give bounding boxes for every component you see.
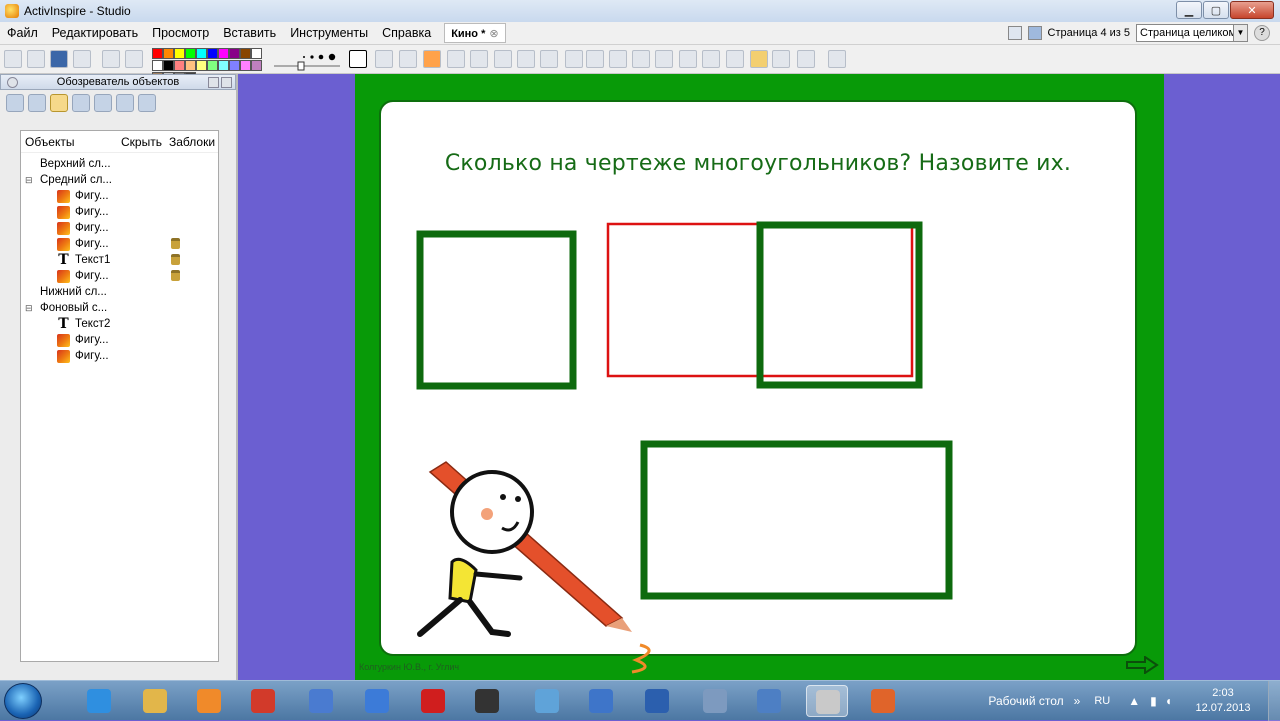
taskbar-app[interactable]: [636, 685, 678, 717]
mail-agent-icon: [365, 689, 389, 713]
opera-icon: [421, 689, 445, 713]
network-icon: [535, 689, 559, 713]
show-desktop-button[interactable]: [1268, 681, 1280, 721]
taskbar-app[interactable]: [806, 685, 848, 717]
toolbar-expand-icon[interactable]: »: [1074, 694, 1081, 708]
language-indicator[interactable]: RU: [1094, 695, 1110, 707]
clock-date: 12.07.2013: [1195, 702, 1251, 714]
tray-arrow-icon[interactable]: ▲: [1128, 694, 1140, 708]
clock[interactable]: 2:03 12.07.2013: [1186, 686, 1260, 716]
tools-icon: [309, 689, 333, 713]
calculator-icon: [703, 689, 727, 713]
taskbar: Рабочий стол » RU ▲ ▮ ◖ 2:03 12.07.2013: [0, 680, 1280, 721]
word-icon: [645, 689, 669, 713]
taskbar-app[interactable]: [412, 685, 454, 717]
taskbar-app[interactable]: [356, 685, 398, 717]
volume-icon[interactable]: ◖: [1165, 694, 1172, 708]
explorer-icon: [143, 689, 167, 713]
taskbar-app[interactable]: [526, 685, 568, 717]
taskbar-app[interactable]: [862, 685, 904, 717]
taskbar-app[interactable]: [188, 685, 230, 717]
slide-shapes: [416, 221, 953, 674]
taskbar-app[interactable]: [78, 685, 120, 717]
activinspire-icon: [816, 690, 840, 714]
desktop-toolbar-label[interactable]: Рабочий стол: [988, 694, 1063, 708]
pencil-character-illustration: [417, 461, 651, 674]
firefox-icon: [871, 689, 895, 713]
yandex-icon: [251, 689, 275, 713]
taskbar-app[interactable]: [134, 685, 176, 717]
taskbar-app[interactable]: [242, 685, 284, 717]
system-tray: Рабочий стол » RU ▲ ▮ ◖ 2:03 12.07.2013: [988, 681, 1280, 721]
clock-time: 2:03: [1212, 687, 1234, 699]
taskbar-app[interactable]: [580, 685, 622, 717]
taskbar-app[interactable]: [466, 685, 508, 717]
camera-icon: [475, 689, 499, 713]
taskbar-app[interactable]: [748, 685, 790, 717]
network-icon[interactable]: ▮: [1150, 694, 1157, 708]
outlook-icon: [757, 689, 781, 713]
media-icon: [197, 689, 221, 713]
taskbar-app[interactable]: [694, 685, 736, 717]
green-square-right[interactable]: [756, 221, 923, 389]
audio-icon: [589, 689, 613, 713]
taskbar-app[interactable]: [300, 685, 342, 717]
start-button[interactable]: [4, 683, 42, 719]
green-rectangle-bottom[interactable]: [640, 440, 953, 600]
green-square-left[interactable]: [416, 230, 577, 390]
ie-icon: [87, 689, 111, 713]
